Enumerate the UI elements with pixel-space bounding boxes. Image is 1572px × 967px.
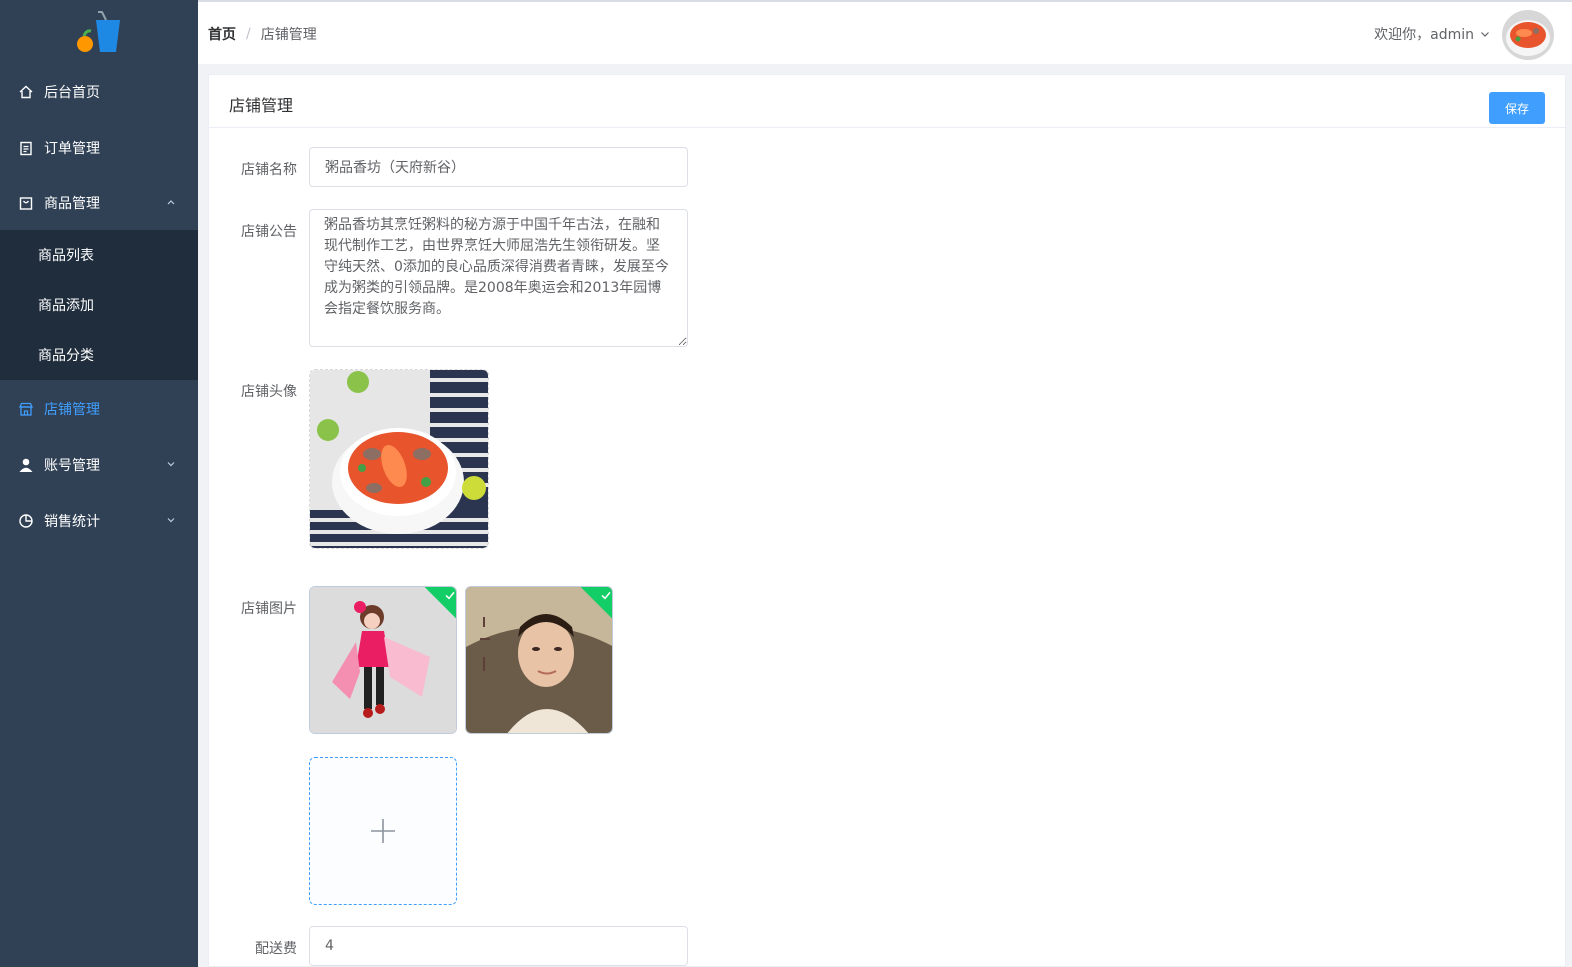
card-title: 店铺管理	[229, 96, 294, 115]
sidebar-item-accounts[interactable]: 账号管理	[0, 437, 198, 493]
plus-icon	[371, 819, 395, 843]
chevron-down-icon	[167, 518, 175, 523]
breadcrumb-home[interactable]: 首页	[208, 24, 236, 44]
shop-avatar-uploader[interactable]	[309, 369, 489, 549]
sidebar-item-sales[interactable]: 销售统计	[0, 493, 198, 549]
top-navbar: 首页 / 店铺管理 欢迎你，admin	[198, 0, 1572, 64]
sidebar-item-goods[interactable]: 商品管理	[0, 175, 198, 231]
sidebar-item-label: 商品分类	[38, 348, 94, 364]
sidebar-item-label: 后台首页	[44, 85, 100, 101]
chevron-down-icon	[1481, 32, 1489, 37]
chevron-up-icon	[167, 200, 175, 205]
shop-avatar-label: 店铺头像	[241, 384, 297, 400]
user-icon	[18, 457, 34, 473]
clipboard-icon	[18, 140, 34, 156]
breadcrumb-current: 店铺管理	[260, 27, 317, 43]
shop-pics-label: 店铺图片	[241, 601, 297, 617]
user-dropdown[interactable]: 欢迎你，admin	[1374, 24, 1490, 44]
chevron-down-icon	[167, 462, 175, 467]
shop-notice-label: 店铺公告	[241, 224, 297, 240]
sidebar-item-label: 商品列表	[38, 248, 94, 264]
sidebar-item-orders[interactable]: 订单管理	[0, 120, 198, 176]
pie-chart-icon	[18, 513, 34, 529]
shop-pic-item[interactable]	[309, 586, 457, 734]
shop-name-input[interactable]	[309, 147, 688, 187]
shop-avatar-image	[310, 370, 488, 548]
card-header: 店铺管理 保存	[209, 75, 1565, 128]
juice-cup-logo-icon[interactable]	[72, 10, 124, 54]
sidebar-item-shop[interactable]: 店铺管理	[0, 381, 198, 437]
sidebar-item-label: 订单管理	[44, 141, 100, 157]
check-icon	[445, 591, 455, 600]
shop-icon	[18, 401, 34, 417]
shop-settings-card: 店铺管理 保存 店铺名称 店铺公告 粥品香坊其烹饪粥料的秘方源于中国千年古法，在…	[208, 74, 1566, 967]
avatar[interactable]	[1502, 10, 1554, 60]
shop-pic-item[interactable]	[465, 586, 613, 734]
breadcrumb-separator: /	[246, 26, 251, 42]
sidebar-item-goods-list[interactable]: 商品列表	[0, 230, 198, 280]
delivery-fee-label: 配送费	[255, 941, 297, 957]
welcome-text: 欢迎你，admin	[1374, 27, 1474, 43]
home-icon	[18, 84, 34, 100]
sidebar-item-goods-category[interactable]: 商品分类	[0, 330, 198, 380]
save-button[interactable]: 保存	[1489, 92, 1545, 124]
breadcrumb: 首页 / 店铺管理	[208, 24, 317, 44]
sidebar-item-label: 店铺管理	[44, 402, 100, 418]
sidebar: 后台首页 订单管理 商品管理 商品列表 商品添加 商品分类 店铺管理 账号管理 …	[0, 0, 198, 967]
sidebar-item-label: 商品添加	[38, 298, 94, 314]
delivery-fee-input[interactable]	[309, 926, 688, 966]
sidebar-item-dashboard[interactable]: 后台首页	[0, 64, 198, 120]
add-shop-pic-button[interactable]	[309, 757, 457, 905]
shop-pic-image	[466, 587, 612, 733]
goods-submenu: 商品列表 商品添加 商品分类	[0, 230, 198, 380]
bag-icon	[18, 195, 34, 211]
sidebar-item-label: 商品管理	[44, 196, 100, 212]
sidebar-item-label: 账号管理	[44, 458, 100, 474]
sidebar-item-label: 销售统计	[44, 514, 100, 530]
check-icon	[601, 591, 611, 600]
sidebar-item-goods-add[interactable]: 商品添加	[0, 280, 198, 330]
shop-name-label: 店铺名称	[241, 162, 297, 178]
shop-pic-image	[310, 587, 456, 733]
shop-notice-textarea[interactable]: 粥品香坊其烹饪粥料的秘方源于中国千年古法，在融和现代制作工艺，由世界烹饪大师屈浩…	[309, 209, 688, 347]
